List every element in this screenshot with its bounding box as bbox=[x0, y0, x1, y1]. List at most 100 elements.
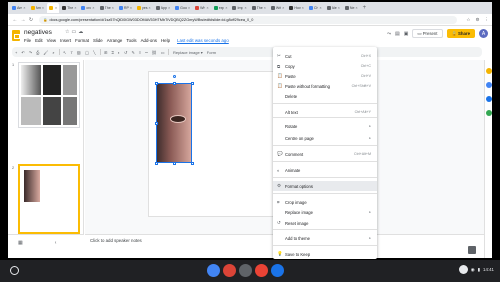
resize-handle[interactable] bbox=[154, 121, 158, 125]
close-icon[interactable]: × bbox=[74, 6, 76, 10]
image-icon[interactable]: ▨ bbox=[77, 50, 81, 55]
menu-item-paste[interactable]: 📋 Paste Ctrl+V bbox=[273, 71, 377, 81]
browser-tab[interactable]: The × bbox=[98, 3, 116, 13]
menu-item-crop-image[interactable]: ⌗ Crop image bbox=[273, 197, 377, 207]
keep-icon[interactable] bbox=[486, 68, 492, 74]
textbox-icon[interactable]: T bbox=[70, 50, 72, 55]
calendar-icon[interactable] bbox=[486, 96, 492, 102]
explore-icon[interactable] bbox=[468, 246, 476, 254]
menu-item-animate[interactable]: ◐ Animate bbox=[273, 165, 377, 175]
status-tray[interactable]: ◉ ▮ 14:41 bbox=[458, 265, 494, 274]
menu-icon[interactable]: ⋮ bbox=[485, 17, 490, 23]
close-icon[interactable]: × bbox=[112, 6, 114, 10]
resize-handle[interactable] bbox=[172, 161, 176, 165]
slides-logo-icon[interactable] bbox=[12, 30, 20, 41]
menu-item-alt-text[interactable]: Alt text Ctrl+Alt+Y bbox=[273, 107, 377, 117]
cloud-icon[interactable]: ☁ bbox=[78, 29, 85, 35]
browser-tab[interactable]: exp × bbox=[212, 3, 230, 13]
document-title[interactable]: negatives bbox=[24, 29, 52, 36]
menu-item-paste-without-formatting[interactable]: 📋 Paste without formatting Ctrl+Shift+V bbox=[273, 81, 377, 91]
browser-tab[interactable]: Imp × bbox=[230, 3, 248, 13]
browser-tab[interactable]: App × bbox=[154, 3, 173, 13]
menu-view[interactable]: View bbox=[47, 38, 56, 43]
browser-tab[interactable]: Hov × bbox=[287, 3, 306, 13]
close-icon[interactable]: × bbox=[55, 6, 57, 10]
menu-item-reset-image[interactable]: ↺ Reset image bbox=[273, 218, 377, 228]
menu-addons[interactable]: Add-ons bbox=[141, 38, 157, 43]
menu-item-delete[interactable]: Delete bbox=[273, 91, 377, 101]
menu-item-centre-on-page[interactable]: Centre on page ▸ bbox=[273, 133, 377, 143]
shape-icon[interactable]: ◯ bbox=[85, 50, 89, 55]
replace-image-button[interactable]: Replace image ▾ bbox=[173, 50, 203, 55]
shelf-app-icon[interactable] bbox=[207, 264, 220, 277]
extension-icon[interactable]: ⚙ bbox=[475, 17, 479, 23]
link-icon[interactable]: ⛓ bbox=[152, 50, 157, 55]
resize-handle[interactable] bbox=[154, 81, 158, 85]
close-icon[interactable]: × bbox=[356, 6, 358, 10]
paint-format-icon[interactable]: 🖌 bbox=[43, 50, 48, 55]
browser-tab[interactable]: Ne × bbox=[343, 3, 360, 13]
close-icon[interactable]: × bbox=[23, 6, 25, 10]
menu-format[interactable]: Format bbox=[75, 38, 89, 43]
close-icon[interactable]: × bbox=[319, 6, 321, 10]
resize-handle[interactable] bbox=[172, 81, 176, 85]
browser-tab[interactable]: cro × bbox=[79, 3, 96, 13]
menu-item-rotate[interactable]: Rotate ▸ bbox=[273, 121, 377, 131]
format-options-button[interactable]: Form bbox=[207, 50, 216, 55]
browser-tab[interactable]: Goo × bbox=[173, 3, 192, 13]
line-icon[interactable]: ╲ bbox=[93, 50, 95, 55]
maps-icon[interactable] bbox=[486, 110, 492, 116]
menu-insert[interactable]: Insert bbox=[60, 38, 71, 43]
close-icon[interactable]: × bbox=[225, 6, 227, 10]
browser-tab[interactable]: Wri × bbox=[269, 3, 286, 13]
last-edit-link[interactable]: Last edit was seconds ago bbox=[177, 38, 229, 43]
close-icon[interactable]: × bbox=[302, 6, 304, 10]
shelf-app-icon[interactable] bbox=[271, 264, 284, 277]
activity-icon[interactable]: ⤳ bbox=[387, 31, 391, 37]
close-icon[interactable]: × bbox=[92, 6, 94, 10]
reset-image-icon[interactable]: ↺ bbox=[124, 50, 127, 55]
star-icon[interactable]: ☆ bbox=[466, 17, 470, 23]
browser-tab[interactable]: yes × bbox=[135, 3, 153, 13]
shelf-app-icon[interactable] bbox=[239, 264, 252, 277]
undo-icon[interactable]: ↶ bbox=[21, 50, 24, 55]
menu-item-format-options[interactable]: ⚙ Format options bbox=[273, 181, 377, 191]
close-icon[interactable]: × bbox=[244, 6, 246, 10]
close-icon[interactable]: × bbox=[168, 6, 170, 10]
back-icon[interactable]: ← bbox=[11, 17, 19, 23]
share-button[interactable]: 🔒 Share bbox=[446, 29, 475, 38]
close-icon[interactable]: × bbox=[42, 6, 44, 10]
menu-help[interactable]: Help bbox=[161, 38, 170, 43]
new-tab-button[interactable]: + bbox=[363, 5, 367, 11]
browser-tab[interactable]: RP × bbox=[117, 3, 134, 13]
menu-tools[interactable]: Tools bbox=[126, 38, 136, 43]
alt-text-icon[interactable]: ▭ bbox=[161, 50, 165, 55]
forward-icon[interactable]: → bbox=[19, 17, 27, 23]
menu-file[interactable]: File bbox=[24, 38, 31, 43]
menu-item-comment[interactable]: 💬 Comment Ctrl+Alt+M bbox=[273, 149, 377, 159]
menu-item-save-to-keep[interactable]: 💡 Save to Keep bbox=[273, 249, 377, 259]
close-icon[interactable]: × bbox=[188, 6, 190, 10]
grid-view-icon[interactable]: ▦ bbox=[18, 240, 23, 246]
browser-tab[interactable]: The × bbox=[250, 3, 268, 13]
avatar[interactable]: A bbox=[479, 29, 488, 38]
menu-item-copy[interactable]: ⧉ Copy Ctrl+C bbox=[273, 61, 377, 71]
browser-tab[interactable]: Wh × bbox=[193, 3, 211, 13]
launcher-icon[interactable] bbox=[10, 266, 19, 275]
shelf-app-icon[interactable] bbox=[223, 264, 236, 277]
address-bar[interactable]: 🔒 docs.google.com/presentation/d/1sz57hQ… bbox=[39, 15, 458, 24]
comments-icon[interactable]: ▤ bbox=[395, 31, 400, 37]
menu-item-cut[interactable]: ✂ Cut Ctrl+X bbox=[273, 51, 377, 61]
menu-item-add-to-theme[interactable]: Add to theme ▸ bbox=[273, 233, 377, 243]
resize-handle[interactable] bbox=[154, 161, 158, 165]
reload-icon[interactable]: ↻ bbox=[27, 17, 35, 23]
menu-item-replace-image[interactable]: Replace image ▸ bbox=[273, 207, 377, 217]
browser-tab[interactable]: Ale × bbox=[325, 3, 342, 13]
close-icon[interactable]: × bbox=[206, 6, 208, 10]
add-icon[interactable]: + bbox=[15, 50, 17, 55]
browser-tab[interactable]: The × bbox=[60, 3, 78, 13]
close-icon[interactable]: × bbox=[338, 6, 340, 10]
border-dash-icon[interactable]: ┅ bbox=[145, 50, 147, 55]
slide-thumbnail-1[interactable] bbox=[18, 62, 80, 128]
browser-tab[interactable]: × bbox=[47, 3, 60, 13]
